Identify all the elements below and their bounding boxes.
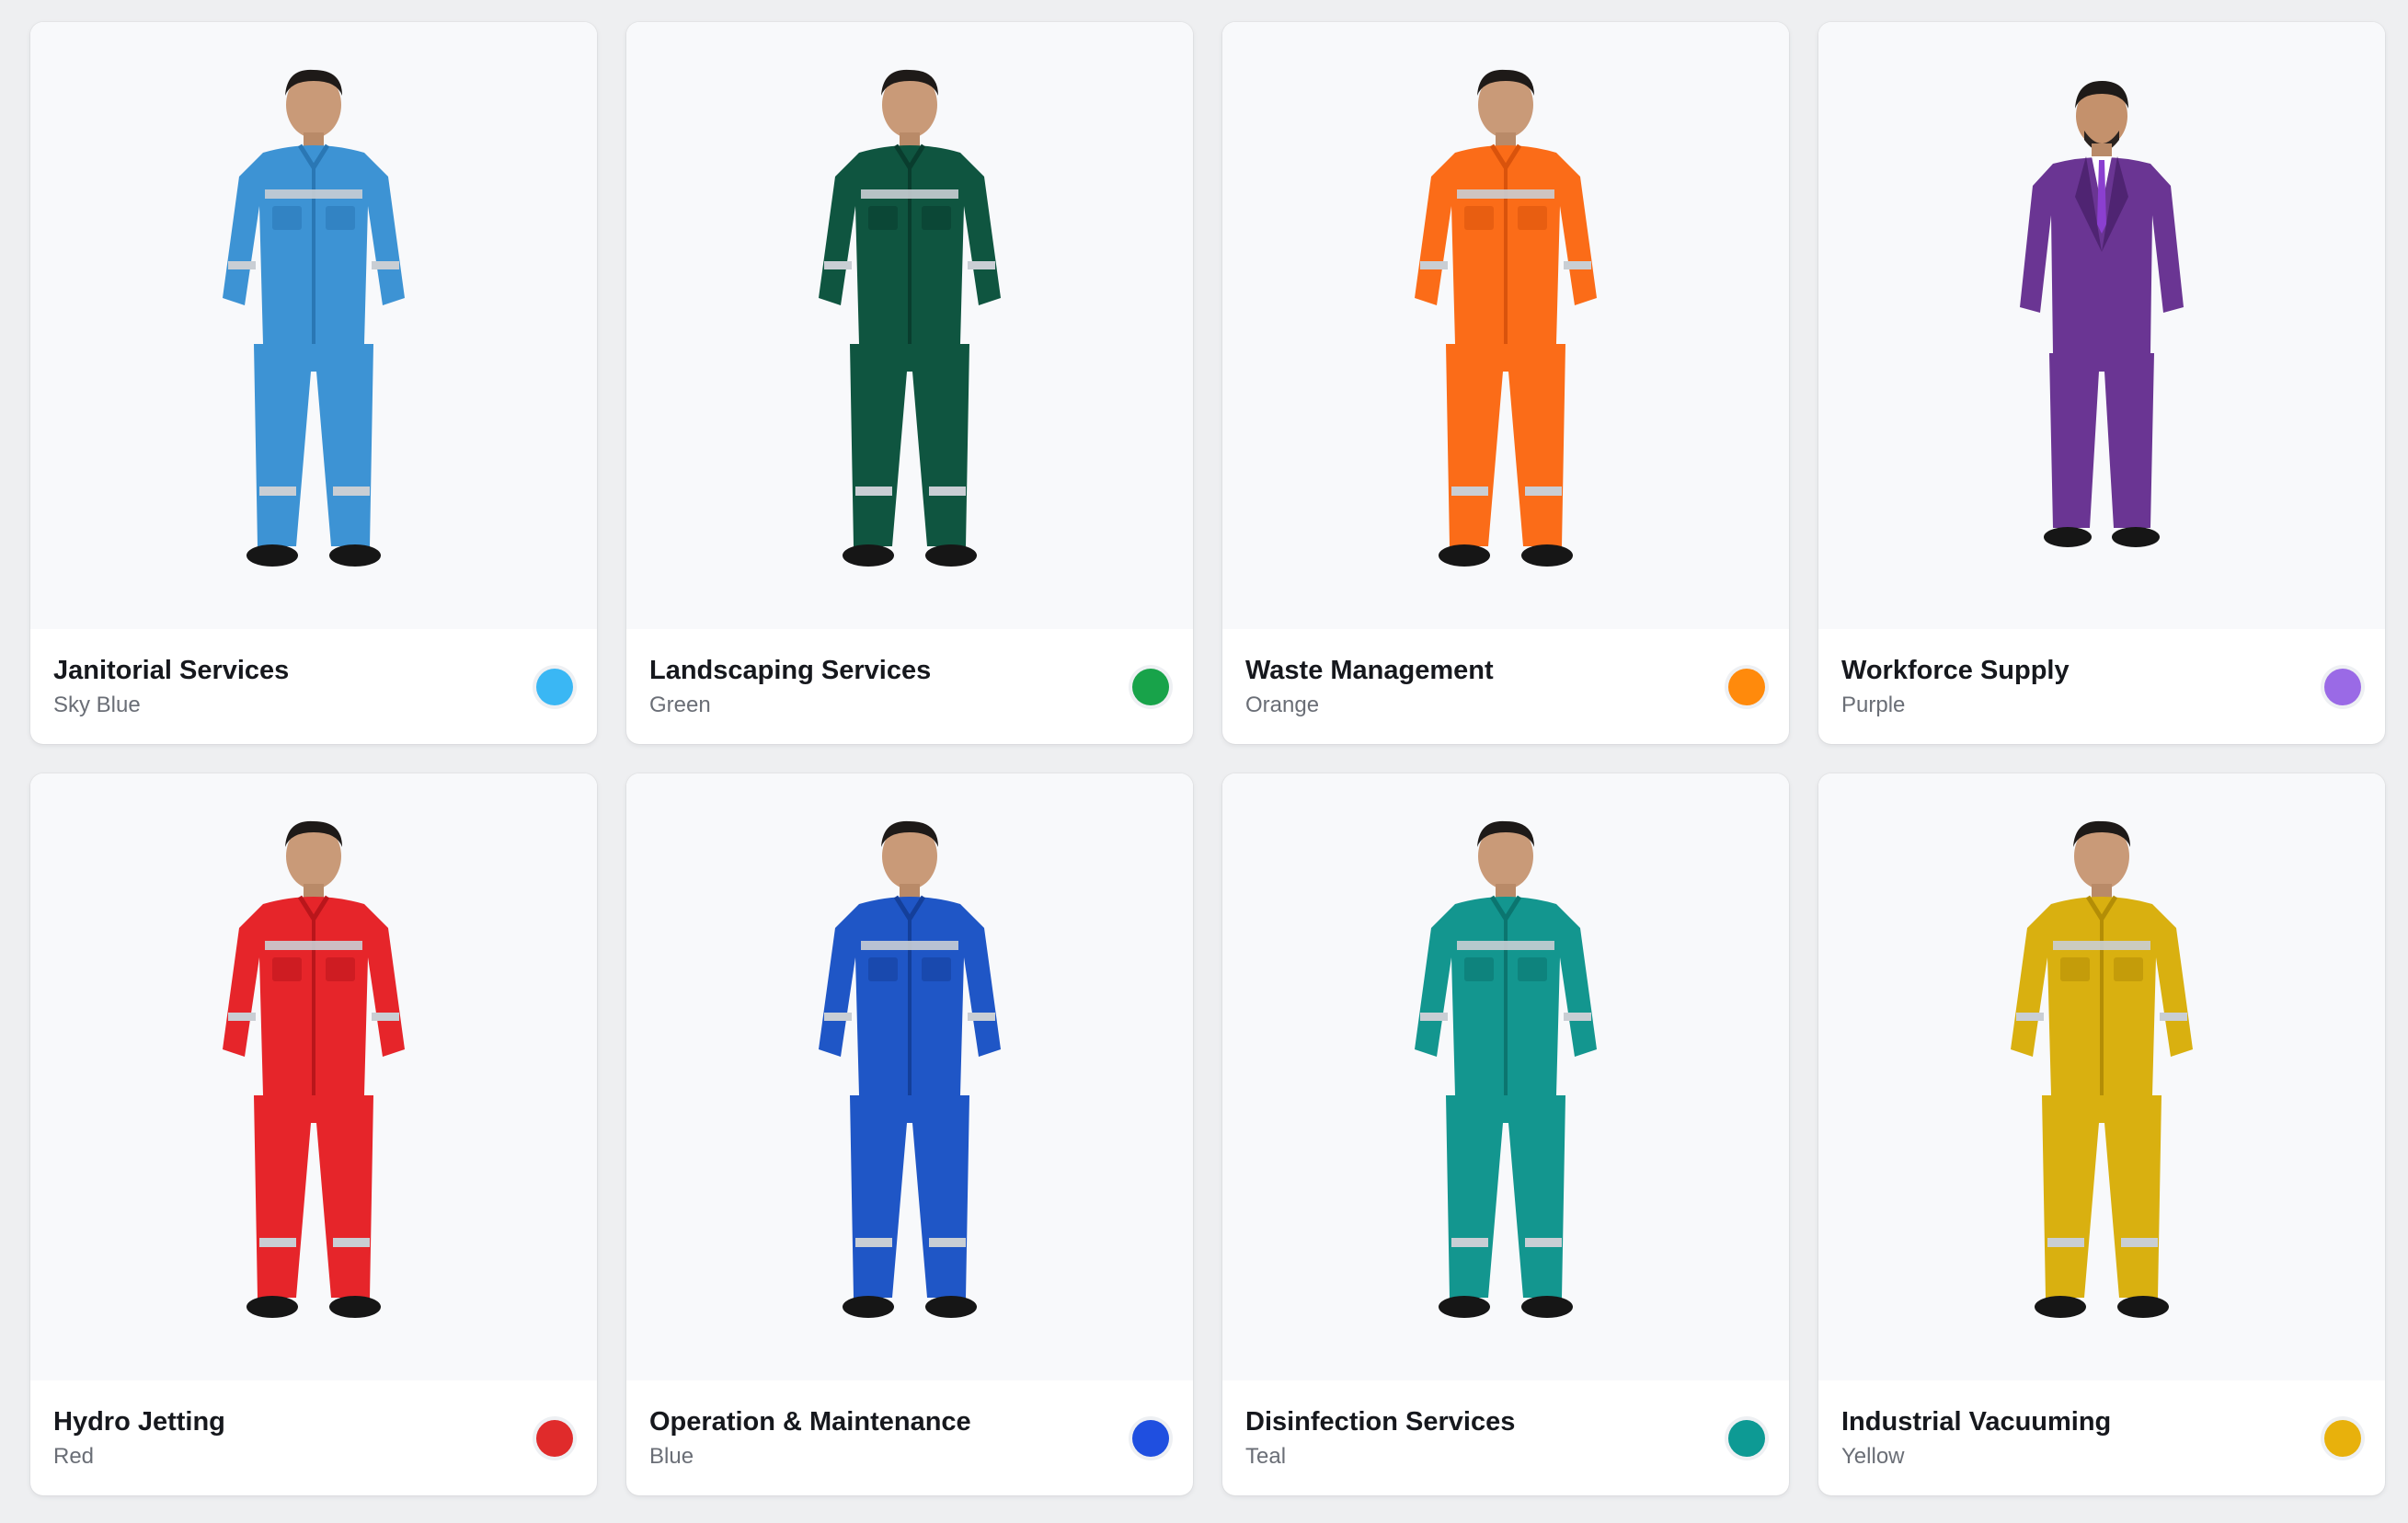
service-card-waste-management[interactable]: Waste Management Orange <box>1222 22 1789 744</box>
color-name: Green <box>649 692 711 717</box>
color-swatch <box>2324 1419 2361 1457</box>
service-title: Landscaping Services <box>649 655 932 685</box>
card-footer: Janitorial Services Sky Blue <box>30 629 597 744</box>
uniform-card-grid: Janitorial Services Sky Blue Landscaping… <box>30 22 2386 1495</box>
color-swatch <box>1728 668 1765 705</box>
worker-figure <box>819 820 1001 1318</box>
worker-figure <box>819 69 1001 567</box>
service-title: Waste Management <box>1245 655 1494 685</box>
service-title: Janitorial Services <box>53 655 290 685</box>
service-title: Industrial Vacuuming <box>1841 1406 2112 1437</box>
service-title: Workforce Supply <box>1841 655 2070 685</box>
service-title: Operation & Maintenance <box>649 1406 971 1437</box>
worker-figure <box>1415 69 1597 567</box>
service-card-operation-maintenance[interactable]: Operation & Maintenance Blue <box>626 773 1193 1495</box>
color-swatch <box>536 668 573 705</box>
card-footer: Operation & Maintenance Blue <box>626 1380 1193 1495</box>
color-name: Red <box>53 1443 95 1469</box>
card-footer: Hydro Jetting Red <box>30 1380 597 1495</box>
worker-figure <box>2011 820 2193 1318</box>
card-footer: Disinfection Services Teal <box>1222 1380 1789 1495</box>
uniform-image <box>30 773 597 1380</box>
color-name: Sky Blue <box>53 692 141 717</box>
color-name: Yellow <box>1841 1443 1905 1469</box>
uniform-image <box>1222 773 1789 1380</box>
color-name: Blue <box>649 1443 694 1469</box>
uniform-image <box>30 22 597 629</box>
color-swatch <box>1132 1419 1169 1457</box>
color-swatch <box>1728 1419 1765 1457</box>
color-swatch <box>1132 668 1169 705</box>
worker-figure <box>2020 81 2184 547</box>
color-name: Teal <box>1245 1443 1287 1469</box>
worker-figure <box>1415 820 1597 1318</box>
worker-figure <box>223 69 405 567</box>
color-name: Purple <box>1841 692 1906 717</box>
service-card-hydro-jetting[interactable]: Hydro Jetting Red <box>30 773 597 1495</box>
color-name: Orange <box>1245 692 1320 717</box>
card-footer: Landscaping Services Green <box>626 629 1193 744</box>
color-swatch <box>2324 668 2361 705</box>
service-card-landscaping[interactable]: Landscaping Services Green <box>626 22 1193 744</box>
service-card-janitorial[interactable]: Janitorial Services Sky Blue <box>30 22 597 744</box>
card-footer: Workforce Supply Purple <box>1818 629 2385 744</box>
service-card-disinfection[interactable]: Disinfection Services Teal <box>1222 773 1789 1495</box>
color-swatch <box>536 1419 573 1457</box>
uniform-image <box>1818 22 2385 629</box>
worker-figure <box>223 820 405 1318</box>
service-title: Disinfection Services <box>1245 1406 1516 1437</box>
uniform-image <box>626 22 1193 629</box>
uniform-image <box>1222 22 1789 629</box>
uniform-image <box>626 773 1193 1380</box>
uniform-image <box>1818 773 2385 1380</box>
card-footer: Industrial Vacuuming Yellow <box>1818 1380 2385 1495</box>
service-title: Hydro Jetting <box>53 1406 225 1437</box>
card-footer: Waste Management Orange <box>1222 629 1789 744</box>
service-card-industrial-vacuuming[interactable]: Industrial Vacuuming Yellow <box>1818 773 2385 1495</box>
service-card-workforce-supply[interactable]: Workforce Supply Purple <box>1818 22 2385 744</box>
